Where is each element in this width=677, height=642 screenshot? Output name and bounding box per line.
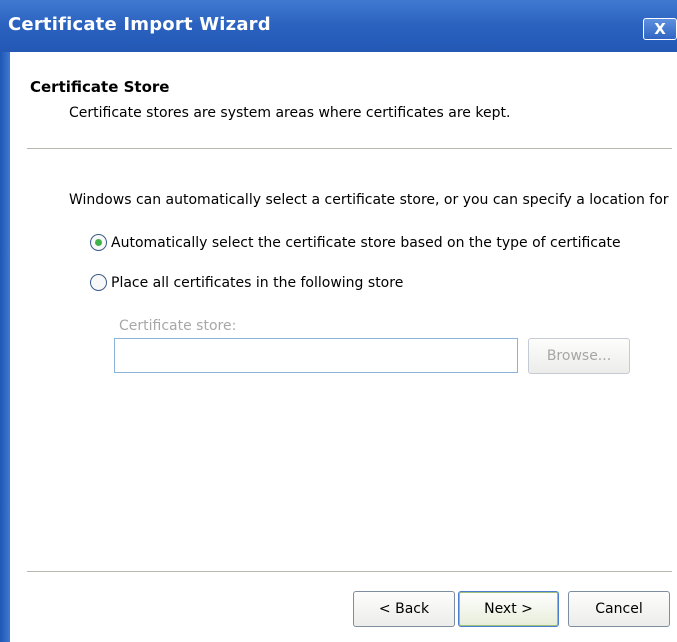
browse-button[interactable]: Browse... bbox=[528, 338, 630, 374]
radio-automatic-selected[interactable] bbox=[90, 234, 107, 251]
header-divider bbox=[27, 148, 672, 149]
intro-text: Windows can automatically select a certi… bbox=[69, 192, 669, 208]
page-title: Certificate Store bbox=[30, 78, 170, 96]
next-button[interactable]: Next > bbox=[458, 591, 559, 627]
window-title: Certificate Import Wizard bbox=[8, 14, 271, 35]
title-bar: Certificate Import Wizard X bbox=[0, 0, 677, 52]
radio-specific-store-label[interactable]: Place all certificates in the following … bbox=[111, 275, 403, 291]
window-frame-left bbox=[0, 52, 10, 642]
certificate-store-label: Certificate store: bbox=[119, 318, 237, 334]
close-button[interactable]: X bbox=[643, 18, 677, 40]
cancel-button[interactable]: Cancel bbox=[568, 591, 670, 627]
certificate-store-input[interactable] bbox=[114, 338, 518, 373]
radio-specific-store[interactable] bbox=[90, 274, 107, 291]
radio-option-specific-store[interactable]: Place all certificates in the following … bbox=[90, 274, 403, 291]
page-subtitle: Certificate stores are system areas wher… bbox=[69, 105, 511, 121]
radio-option-automatic[interactable]: Automatically select the certificate sto… bbox=[90, 234, 621, 251]
back-button[interactable]: < Back bbox=[353, 591, 455, 627]
close-icon: X bbox=[654, 20, 666, 38]
footer-divider bbox=[27, 571, 672, 572]
radio-automatic-label[interactable]: Automatically select the certificate sto… bbox=[111, 235, 621, 251]
